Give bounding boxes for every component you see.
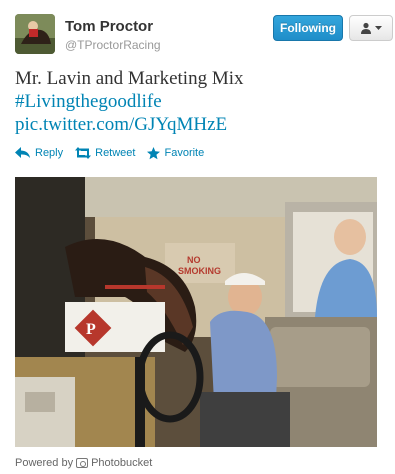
- star-icon: [147, 146, 161, 159]
- person-icon: [361, 22, 371, 34]
- no-smoking-sign-line2: SMOKING: [178, 266, 221, 276]
- hashtag-link[interactable]: #Livingthegoodlife: [15, 90, 380, 113]
- photo-attribution: Powered by Photobucket: [15, 457, 152, 469]
- favorite-label: Favorite: [164, 147, 205, 159]
- photobucket-link[interactable]: Photobucket: [91, 457, 152, 469]
- avatar[interactable]: [15, 14, 55, 54]
- following-button[interactable]: Following: [273, 15, 343, 41]
- tweet-actions: Reply Retweet Favorite: [15, 145, 216, 161]
- user-actions-button[interactable]: [349, 15, 393, 41]
- photo-link[interactable]: pic.twitter.com/GJYqMHzE: [15, 113, 380, 136]
- camera-icon: [76, 458, 89, 468]
- tweet-body: Mr. Lavin and Marketing Mix: [15, 68, 244, 89]
- powered-by-label: Powered by: [15, 457, 74, 469]
- retweet-icon: [75, 147, 92, 159]
- saddle-letter: P: [86, 321, 96, 338]
- caret-down-icon: [375, 25, 382, 30]
- retweet-button[interactable]: Retweet: [75, 147, 135, 159]
- display-name[interactable]: Tom Proctor: [65, 18, 153, 35]
- favorite-button[interactable]: Favorite: [147, 146, 205, 160]
- photo-image: NO SMOKING P: [15, 177, 377, 447]
- no-smoking-sign-line1: NO: [187, 255, 201, 265]
- tweet-text: Mr. Lavin and Marketing Mix #Livingthego…: [15, 67, 380, 136]
- tweet-header: Tom Proctor @TProctorRacing Following: [15, 14, 393, 56]
- reply-button[interactable]: Reply: [15, 147, 63, 159]
- reply-label: Reply: [35, 147, 64, 159]
- tweet-photo[interactable]: NO SMOKING P: [15, 177, 377, 447]
- retweet-label: Retweet: [95, 147, 136, 159]
- reply-arrow-icon: [15, 147, 30, 158]
- user-handle[interactable]: @TProctorRacing: [65, 38, 161, 52]
